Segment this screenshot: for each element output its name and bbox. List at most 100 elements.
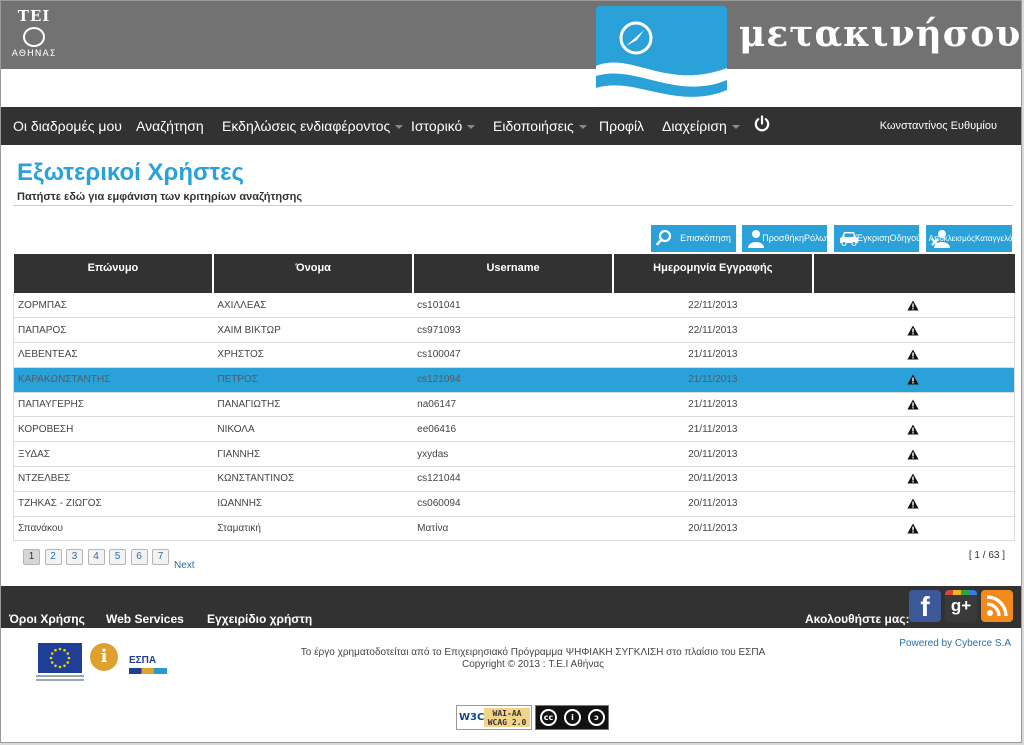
exclude-label-1: Αποκλεισμός <box>928 234 975 243</box>
tei-seal-icon <box>23 27 45 47</box>
copyright-line: Copyright © 2013 : Τ.Ε.Ι Αθήνας <box>462 659 604 670</box>
next-page-link[interactable]: Next <box>174 560 195 571</box>
cell-username: cs060094 <box>413 491 613 517</box>
table-row[interactable]: Σπανάκου Σταματική Ματίνα 20/11/2013 <box>13 516 1015 542</box>
nav-item-notifications[interactable]: Ειδοποιήσεις <box>493 107 587 145</box>
nav-item-label: Εκδηλώσεις ενδιαφέροντος <box>222 118 391 134</box>
page-button-7[interactable]: 7 <box>152 549 169 565</box>
add-roles-label-1: Προσθήκη <box>762 233 804 243</box>
warning-icon[interactable] <box>907 325 919 336</box>
table-row[interactable]: ΠΑΠΑΡΟΣ ΧΑΙΜ ΒΙΚΤΩΡ cs971093 22/11/2013 <box>13 317 1015 344</box>
cell-registration-date: 20/11/2013 <box>612 491 813 517</box>
column-header-surname[interactable]: Επώνυμο <box>13 254 215 293</box>
google-plus-stripe <box>945 590 977 595</box>
warning-icon[interactable] <box>907 523 919 534</box>
table-row[interactable]: ΖΟΡΜΠΑΣ ΑΧΙΛΛΕΑΣ cs101041 22/11/2013 <box>13 293 1015 319</box>
terms-link[interactable]: Όροι Χρήσης <box>9 612 85 626</box>
follow-us-label: Ακολουθήστε μας: <box>805 612 910 626</box>
cell-actions <box>812 516 1015 542</box>
cell-surname: Σπανάκου <box>13 516 214 542</box>
page-button-5[interactable]: 5 <box>109 549 126 565</box>
cell-name: ΧΡΗΣΤΟΣ <box>213 342 414 368</box>
warning-icon[interactable] <box>907 374 919 385</box>
page-button-2[interactable]: 2 <box>44 549 62 565</box>
cell-username: na06147 <box>413 392 613 418</box>
warning-icon[interactable] <box>907 473 919 484</box>
eu-flag-logo <box>38 643 82 673</box>
page-button-4[interactable]: 4 <box>87 549 105 565</box>
table-row[interactable]: ΛΕΒΕΝΤΕΑΣ ΧΡΗΣΤΟΣ cs100047 21/11/2013 <box>13 342 1015 368</box>
espa-bar <box>129 668 167 674</box>
cell-surname: ΠΑΠΑΡΟΣ <box>13 317 214 344</box>
current-user-name[interactable]: Κωνσταντίνος Ευθυμίου <box>880 107 997 145</box>
nav-item-label: Ιστορικό <box>411 118 463 134</box>
nav-item-label: Ειδοποιήσεις <box>493 118 574 134</box>
facebook-icon[interactable]: f <box>909 590 941 622</box>
warning-icon[interactable] <box>907 399 919 410</box>
warning-icon[interactable] <box>907 349 919 360</box>
exclude-reported-label: ΑποκλεισμόςΚαταγγελόμενου <box>929 227 1021 250</box>
information-society-logo: i <box>90 643 118 671</box>
app-frame: ΤΕΙ ΑΘΗΝΑΣ μετακινήσου... Οι διαδρομές μ… <box>0 0 1022 743</box>
nav-item-history[interactable]: Ιστορικό <box>411 107 476 145</box>
cell-actions <box>812 367 1015 393</box>
chevron-down-icon <box>578 125 587 130</box>
power-icon[interactable] <box>753 115 771 133</box>
nav-item-profile[interactable]: Προφίλ <box>599 107 644 145</box>
add-roles-button[interactable]: Προσθήκη Ρόλων <box>742 225 831 252</box>
nav-item-label: Οι διαδρομές μου <box>13 118 122 134</box>
warning-icon[interactable] <box>907 300 919 311</box>
google-plus-icon[interactable]: g+ <box>945 590 977 622</box>
eu-stars-icon <box>49 647 71 669</box>
page-button-1[interactable]: 1 <box>23 549 40 565</box>
cell-surname: ΠΑΠΑΥΓΕΡΗΣ <box>13 392 214 418</box>
search-criteria-toggle[interactable]: Πατήστε εδώ για εμφάνιση των κριτηρίων α… <box>17 191 302 203</box>
table-row[interactable]: ΚΟΡΟΒΕΣΗ ΝΙΚΟΛΑ ee06416 21/11/2013 <box>13 416 1015 443</box>
approve-driver-button[interactable]: Έγκριση Οδηγού <box>834 225 922 252</box>
table-row[interactable]: ΠΑΠΑΥΓΕΡΗΣ ΠΑΝΑΓΙΩΤΗΣ na06147 21/11/2013 <box>13 392 1015 418</box>
page-button-3[interactable]: 3 <box>66 549 83 565</box>
wai-line1: WAI-AA <box>492 709 522 718</box>
w3c-wcag-badge[interactable]: W3C WAI-AA WCAG 2.0 <box>456 705 532 730</box>
cell-surname: ΚΑΡΑΚΩΝΣΤΑΝΤΗΣ <box>13 367 214 393</box>
cell-registration-date: 21/11/2013 <box>612 342 813 368</box>
cell-actions <box>812 491 1015 517</box>
page-button-6[interactable]: 6 <box>130 549 148 565</box>
column-header-name[interactable]: Όνομα <box>213 254 415 293</box>
tei-logo[interactable]: ΤΕΙ ΑΘΗΝΑΣ <box>7 7 61 63</box>
cell-surname: ΤΖΗΚΑΣ - ΖΙΩΓΟΣ <box>13 491 214 517</box>
add-roles-label: Προσθήκη Ρόλων <box>762 227 830 250</box>
table-row[interactable]: ΝΤΖΕΛΒΕΣ ΚΩΝΣΤΑΝΤΙΝΟΣ cs121044 20/11/2013 <box>13 466 1015 492</box>
column-header-username[interactable]: Username <box>413 254 614 293</box>
page-count: [ 1 / 63 ] <box>968 550 1005 561</box>
nav-item-label: Αναζήτηση <box>136 118 204 134</box>
brand-logo[interactable] <box>596 6 727 106</box>
main-nav: Οι διαδρομές μου Αναζήτηση Εκδηλώσεις εν… <box>1 107 1021 145</box>
rss-glyph <box>986 595 1008 617</box>
nav-item-admin[interactable]: Διαχείριση <box>662 107 740 145</box>
table-row[interactable]: ΞΥΔΑΣ ΓΙΑΝΝΗΣ yxydas 20/11/2013 <box>13 441 1015 468</box>
table-row[interactable]: ΤΖΗΚΑΣ - ΖΙΩΓΟΣ ΙΩΑΝΝΗΣ cs060094 20/11/2013 <box>13 491 1015 517</box>
wai-line2: WCAG 2.0 <box>487 718 527 727</box>
nav-item-search[interactable]: Αναζήτηση <box>136 107 204 145</box>
nav-item-my-routes[interactable]: Οι διαδρομές μου <box>13 107 122 145</box>
facebook-glyph: f <box>920 591 930 622</box>
powered-by-link[interactable]: Powered by Cyberce S.A <box>899 638 1011 649</box>
preview-button[interactable]: Επισκόπηση <box>651 225 736 252</box>
funding-note-line1: Το έργο χρηματοδοτείται από το Επιχειρησ… <box>300 647 766 658</box>
rss-icon[interactable] <box>981 590 1013 622</box>
column-header-registration-date[interactable]: Ημερομηνία Εγγραφής <box>612 254 814 293</box>
cell-surname: ΖΟΡΜΠΑΣ <box>13 293 214 319</box>
warning-icon[interactable] <box>907 449 919 460</box>
chevron-down-icon <box>731 125 740 130</box>
web-services-link[interactable]: Web Services <box>106 612 184 626</box>
creative-commons-badge[interactable]: cc i ↄ <box>535 705 609 730</box>
table-row[interactable]: ΚΑΡΑΚΩΝΣΤΑΝΤΗΣ ΠΕΤΡΟΣ cs121094 21/11/2013 <box>13 367 1015 393</box>
nav-item-interests[interactable]: Εκδηλώσεις ενδιαφέροντος <box>222 107 404 145</box>
exclude-reported-button[interactable]: ΑποκλεισμόςΚαταγγελόμενου <box>926 225 1021 252</box>
warning-icon[interactable] <box>907 498 919 509</box>
user-manual-link[interactable]: Εγχειρίδιο χρήστη <box>207 612 312 626</box>
column-header-actions <box>812 254 1015 293</box>
warning-icon[interactable] <box>907 424 919 435</box>
approve-driver-label-2: Οδηγού <box>889 233 922 243</box>
